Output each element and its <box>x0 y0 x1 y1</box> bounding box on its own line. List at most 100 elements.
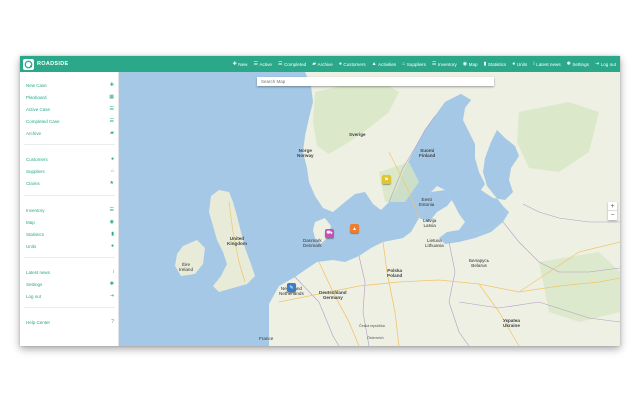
sidebar-item-label: Statistics <box>26 231 45 237</box>
sidebar-item-label: Active Case <box>26 106 51 112</box>
alert-icon: ▲ <box>371 60 377 67</box>
map-label-lithuania: Lietuva Lithuania <box>425 238 444 248</box>
sidebar-item-customers[interactable]: Customers ● <box>26 155 114 163</box>
map-label-belarus: Беларусь Belarus <box>469 258 490 268</box>
plus-icon: ✚ <box>109 81 114 88</box>
sidebar-item-label: Claims <box>26 180 40 186</box>
zoom-control: + − <box>608 202 617 220</box>
map-label-latvia: Latvija Latvia <box>423 218 437 228</box>
list-check-icon: ☰ <box>277 60 283 67</box>
nav-units[interactable]: ● Units <box>512 61 528 67</box>
map-label-denmark: Danmark Denmark <box>303 238 322 248</box>
nav-completed[interactable]: ☰ Completed <box>277 60 306 67</box>
sidebar-item-units[interactable]: Units ● <box>26 242 114 250</box>
sidebar-item-label: Completed Case <box>26 118 60 124</box>
map-label-czechia: Česká republika <box>359 324 385 328</box>
info-icon: ⅰ <box>112 268 114 275</box>
nav-active[interactable]: ☰ Active <box>253 60 272 67</box>
sidebar-item-completed-case[interactable]: Completed Case ☰ <box>26 117 114 125</box>
nav-label: Activities <box>378 61 397 67</box>
top-nav-bar: ROADSIDE ✚ New ☰ Active ☰ Completed ▰ Archiv… <box>20 56 620 72</box>
warning-icon: ▲ <box>352 225 357 232</box>
nav-archive[interactable]: ▰ Archive <box>312 60 333 67</box>
star-icon: ★ <box>109 179 114 186</box>
logo-badge <box>23 58 34 70</box>
sidebar-divider <box>24 257 115 258</box>
map-search-input[interactable] <box>257 77 494 86</box>
sidebar-item-label: Latest news <box>26 269 51 275</box>
sidebar-item-active-case[interactable]: Active Case ☰ <box>26 105 114 113</box>
nav-activities[interactable]: ▲ Activities <box>371 60 397 67</box>
truck-icon: ⛟ <box>326 230 333 236</box>
nav-latest-news[interactable]: ⅰ Latest news <box>533 61 560 67</box>
sidebar-item-label: New Case <box>26 82 47 88</box>
zoom-in-button[interactable]: + <box>608 202 617 211</box>
map-label-germany: Deutschland Germany <box>319 290 347 300</box>
flag-marker[interactable]: ⚑ <box>382 175 391 184</box>
sidebar-item-settings[interactable]: Settings ✱ <box>26 280 114 288</box>
sidebar-item-label: Map <box>26 219 35 225</box>
nav-customers[interactable]: ● Customers <box>338 60 366 67</box>
sidebar-item-latest-news[interactable]: Latest news ⅰ <box>26 268 114 276</box>
nav-logout[interactable]: ⇥ Log out <box>595 61 616 67</box>
user-icon: ● <box>338 60 342 67</box>
sidebar-item-label: Suppliers <box>26 168 45 174</box>
sidebar-divider <box>24 144 115 145</box>
wrench-icon: ✎ <box>289 284 294 291</box>
map-pin-icon: ◉ <box>109 218 114 225</box>
list-icon: ☰ <box>253 60 258 67</box>
map-tiles <box>175 72 620 346</box>
sidebar-item-claims[interactable]: Claims ★ <box>26 179 114 187</box>
app-window: ROADSIDE ✚ New ☰ Active ☰ Completed ▰ Archiv… <box>20 56 620 346</box>
map-label-finland: Suomi Finland <box>419 148 436 158</box>
nav-settings[interactable]: ✱ Settings <box>566 60 589 67</box>
folder-icon: ▰ <box>110 129 114 136</box>
user-icon: ● <box>110 155 114 162</box>
nav-suppliers[interactable]: ⌂ Suppliers <box>402 61 426 67</box>
sidebar-item-help-center[interactable]: Help Center? <box>26 318 114 326</box>
sidebar-item-inventory[interactable]: Inventory ☰ <box>26 206 114 214</box>
sidebar-item-planboard[interactable]: Planboard ▦ <box>26 93 114 101</box>
sidebar-item-label: Customers <box>26 156 48 162</box>
nav-label: Settings <box>572 61 589 67</box>
nav-label: Units <box>516 61 528 67</box>
nav-new[interactable]: ✚ New <box>233 61 248 67</box>
sidebar-item-map[interactable]: Map ◉ <box>26 218 114 226</box>
flag-icon: ⚑ <box>384 176 389 183</box>
sidebar-divider <box>24 307 115 308</box>
map-canvas[interactable]: NorgeNorway Sverige SuomiFinland EestiEs… <box>119 72 620 346</box>
map-label-sweden: Sverige <box>349 132 366 137</box>
map-label-ukraine: Україна Ukraine <box>503 318 520 328</box>
sidebar: New Case ✚ Planboard ▦ Active Case ☰ Comple… <box>20 72 119 346</box>
sidebar-item-new-case[interactable]: New Case ✚ <box>26 81 114 89</box>
warning-marker[interactable]: ▲ <box>350 224 359 233</box>
sidebar-item-logout[interactable]: Log out ⇥ <box>26 292 114 300</box>
nav-inventory[interactable]: ☰ Inventory <box>432 61 457 67</box>
globe-icon: ● <box>110 242 114 249</box>
list-icon: ☰ <box>109 105 114 112</box>
nav-label: New <box>238 61 248 67</box>
wrench-marker[interactable]: ✎ <box>287 283 296 292</box>
sidebar-item-suppliers[interactable]: Suppliers ⌂ <box>26 167 114 175</box>
gear-icon: ✱ <box>566 60 571 67</box>
sidebar-item-statistics[interactable]: Statistics ▮ <box>26 230 114 238</box>
nav-statistics[interactable]: ▮ Statistics <box>484 61 507 67</box>
sidebar-item-label: Log out <box>26 293 42 299</box>
nav-label: Archive <box>317 61 333 67</box>
grid-icon: ▦ <box>109 93 114 100</box>
sidebar-item-archive[interactable]: Archive ▰ <box>26 129 114 137</box>
nav-label: Inventory <box>437 61 457 67</box>
nav-label: Map <box>468 61 478 67</box>
archive-icon: ▰ <box>312 60 317 67</box>
nav-map[interactable]: ◉ Map <box>463 61 478 67</box>
main-nav: ✚ New ☰ Active ☰ Completed ▰ Archive ● Custom… <box>227 56 616 72</box>
zoom-out-button[interactable]: − <box>608 211 617 220</box>
nav-label: Suppliers <box>406 61 426 67</box>
logout-icon: ⇥ <box>109 292 114 299</box>
truck-marker[interactable]: ⛟ <box>325 229 334 238</box>
logo-text: ROADSIDE <box>37 61 69 67</box>
map-label-uk: United Kingdom <box>227 236 247 246</box>
app-logo[interactable]: ROADSIDE <box>20 56 68 72</box>
map-label-france: France <box>259 336 274 341</box>
sidebar-item-label: Inventory <box>26 207 45 213</box>
